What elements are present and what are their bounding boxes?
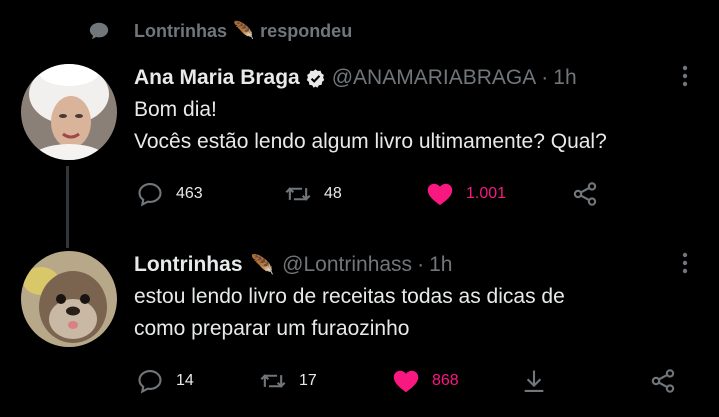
tweet-text-line: Vocês estão lendo algum livro ultimament… (134, 130, 607, 153)
verified-badge-icon (306, 68, 324, 88)
retweet-button[interactable]: 17 (259, 367, 317, 395)
retweet-button[interactable]: 48 (284, 180, 342, 208)
bookmark-download-button[interactable] (520, 367, 548, 395)
original-tweet[interactable]: Ana Maria Braga @ANAMARIABRAGA · 1h Bom … (134, 63, 719, 158)
like-button[interactable]: 1.001 (426, 180, 506, 208)
feather-emoji: 🪶 (233, 21, 255, 40)
social-context[interactable]: Lontrinhas 🪶 respondeu (88, 17, 352, 45)
reply-count: 463 (176, 185, 203, 202)
more-options-icon[interactable] (681, 250, 689, 276)
context-user[interactable]: Lontrinhas (134, 21, 227, 42)
reply-count: 14 (176, 372, 194, 389)
reply-bubble-icon (89, 22, 109, 40)
reply-button[interactable]: 14 (136, 367, 194, 395)
user-handle[interactable]: @Lontrinhass (282, 253, 412, 277)
heart-filled-icon (393, 370, 419, 393)
tweet-header: Lontrinhas 🪶 @Lontrinhass · 1h (134, 250, 719, 280)
tweet-actions: 14 17 868 (0, 367, 719, 397)
avatar-ana-maria-braga[interactable] (21, 64, 117, 160)
reply-tweet[interactable]: Lontrinhas 🪶 @Lontrinhass · 1h estou len… (134, 250, 719, 345)
like-count: 868 (432, 372, 459, 389)
timestamp[interactable]: 1h (429, 253, 452, 277)
more-options-icon[interactable] (681, 63, 689, 89)
reply-icon (138, 183, 162, 207)
tweet-text-line: Bom dia! (134, 98, 217, 121)
timestamp[interactable]: 1h (553, 66, 576, 90)
reply-button[interactable]: 463 (136, 180, 203, 208)
separator-dot: · (417, 253, 425, 276)
tweet-text-line: como preparar um furaozinho (134, 317, 410, 340)
tweet-text: estou lendo livro de receitas todas as d… (134, 281, 719, 345)
retweet-count: 17 (299, 372, 317, 389)
avatar-portrait-image (21, 64, 117, 160)
avatar-otter-image (21, 251, 117, 347)
tweet-text: Bom dia! Vocês estão lendo algum livro u… (134, 94, 719, 158)
retweet-icon (260, 374, 286, 388)
context-verb: respondeu (260, 20, 353, 41)
tweet-header: Ana Maria Braga @ANAMARIABRAGA · 1h (134, 63, 719, 93)
retweet-icon (285, 187, 311, 201)
download-arrow-icon (524, 370, 544, 392)
tweet-actions: 463 48 1.001 (0, 180, 719, 210)
share-icon (573, 182, 597, 206)
share-icon (651, 369, 675, 393)
display-name[interactable]: Ana Maria Braga (134, 66, 300, 90)
separator-dot: · (541, 66, 549, 89)
like-button[interactable]: 868 (392, 367, 459, 395)
reply-icon (138, 370, 162, 394)
tweet-text-line: estou lendo livro de receitas todas as d… (134, 285, 565, 308)
avatar-lontrinhas[interactable] (21, 251, 117, 347)
like-count: 1.001 (466, 185, 507, 202)
retweet-count: 48 (324, 185, 342, 202)
user-handle[interactable]: @ANAMARIABRAGA (332, 66, 537, 90)
feather-emoji: 🪶 (250, 255, 275, 276)
display-name[interactable]: Lontrinhas (134, 253, 243, 277)
heart-filled-icon (427, 183, 453, 206)
share-button[interactable] (649, 367, 677, 395)
share-button[interactable] (571, 180, 599, 208)
